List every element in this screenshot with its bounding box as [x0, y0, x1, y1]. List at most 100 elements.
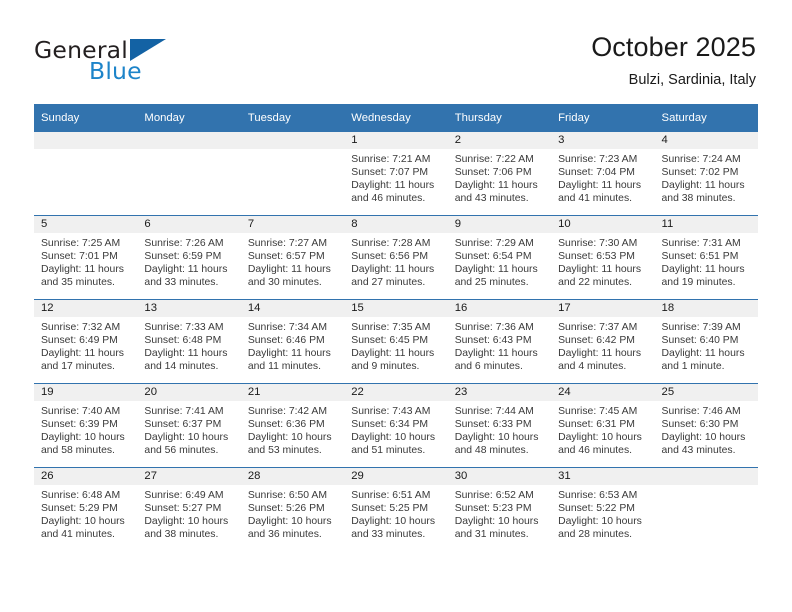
day-details: Sunrise: 7:29 AM Sunset: 6:54 PM Daylight:…: [448, 233, 551, 289]
daylight-text-line1: Daylight: 10 hours: [454, 516, 539, 528]
daylight-text-line1: Daylight: 10 hours: [351, 516, 436, 528]
sunset-text: Sunset: 6:40 PM: [661, 335, 739, 347]
sunrise-text: Sunrise: 7:40 AM: [41, 406, 121, 417]
calendar-day-cell[interactable]: 28 Sunrise: 6:50 AM Sunset: 5:26 PM Dayligh…: [240, 467, 345, 551]
sunset-text: Sunset: 6:33 PM: [454, 419, 532, 431]
sunset-text: Sunset: 7:04 PM: [558, 167, 635, 179]
sunset-text: Sunset: 5:25 PM: [351, 503, 429, 515]
sunset-text: Sunset: 6:59 PM: [144, 251, 222, 263]
calendar-day-cell[interactable]: 9 Sunrise: 7:29 AM Sunset: 6:54 PM Daylight…: [447, 215, 552, 300]
calendar-day-cell-empty: [654, 467, 758, 551]
sunset-text: Sunset: 5:26 PM: [247, 503, 325, 515]
sunset-text: Sunset: 5:23 PM: [454, 503, 532, 515]
calendar-day-cell[interactable]: 24 Sunrise: 7:45 AM Sunset: 6:31 PM Dayligh…: [551, 383, 655, 468]
sunset-text: Sunset: 6:31 PM: [558, 419, 635, 431]
day-number: 19: [34, 384, 138, 401]
calendar-day-cell[interactable]: 20 Sunrise: 7:41 AM Sunset: 6:37 PM Dayligh…: [137, 383, 241, 468]
calendar-week-row: 1 Sunrise: 7:21 AM Sunset: 7:07 PM Daylight…: [34, 131, 758, 216]
calendar-day-cell[interactable]: 27 Sunrise: 6:49 AM Sunset: 5:27 PM Dayligh…: [137, 467, 241, 551]
daylight-text-line1: Daylight: 10 hours: [558, 516, 642, 528]
sunrise-text: Sunrise: 7:39 AM: [661, 322, 741, 333]
daylight-text-line1: Daylight: 10 hours: [144, 432, 229, 444]
calendar-day-cell[interactable]: 25 Sunrise: 7:46 AM Sunset: 6:30 PM Dayligh…: [654, 383, 758, 468]
daylight-text-line1: Daylight: 10 hours: [454, 432, 539, 444]
day-number: [34, 132, 138, 149]
sunrise-text: Sunrise: 7:24 AM: [661, 154, 741, 165]
calendar-day-cell[interactable]: 14 Sunrise: 7:34 AM Sunset: 6:46 PM Dayligh…: [240, 299, 345, 384]
calendar-day-cell[interactable]: 29 Sunrise: 6:51 AM Sunset: 5:25 PM Dayligh…: [344, 467, 448, 551]
sunset-text: Sunset: 7:01 PM: [41, 251, 118, 263]
calendar-day-cell[interactable]: 19 Sunrise: 7:40 AM Sunset: 6:39 PM Dayligh…: [34, 383, 138, 468]
weekday-header-thursday: Thursday: [447, 104, 552, 132]
day-details: Sunrise: 7:28 AM Sunset: 6:56 PM Daylight:…: [344, 233, 447, 289]
sunrise-text: Sunrise: 7:43 AM: [351, 406, 431, 417]
calendar-week-row: 12 Sunrise: 7:32 AM Sunset: 6:49 PM Dayligh…: [34, 299, 758, 384]
calendar-day-cell[interactable]: 4 Sunrise: 7:24 AM Sunset: 7:02 PM Daylight…: [654, 131, 758, 216]
day-number: 31: [551, 468, 655, 485]
generalblue-logo[interactable]: General Blue: [34, 36, 264, 92]
sunset-text: Sunset: 6:42 PM: [558, 335, 635, 347]
day-number: 30: [447, 468, 552, 485]
sunset-text: Sunset: 6:56 PM: [351, 251, 429, 263]
calendar-day-cell[interactable]: 7 Sunrise: 7:27 AM Sunset: 6:57 PM Daylight…: [240, 215, 345, 300]
calendar-day-cell[interactable]: 26 Sunrise: 6:48 AM Sunset: 5:29 PM Dayligh…: [34, 467, 138, 551]
page-header: General Blue October 2025 Bulzi, Sardini…: [0, 0, 792, 96]
daylight-text-line2: and 31 minutes.: [454, 529, 529, 541]
day-number: 5: [34, 216, 138, 233]
calendar-day-cell[interactable]: 22 Sunrise: 7:43 AM Sunset: 6:34 PM Dayligh…: [344, 383, 448, 468]
calendar-day-cell[interactable]: 16 Sunrise: 7:36 AM Sunset: 6:43 PM Dayligh…: [447, 299, 552, 384]
calendar-day-cell[interactable]: 31 Sunrise: 6:53 AM Sunset: 5:22 PM Dayligh…: [551, 467, 655, 551]
day-number: 16: [447, 300, 552, 317]
calendar-day-cell[interactable]: 1 Sunrise: 7:21 AM Sunset: 7:07 PM Daylight…: [344, 131, 448, 216]
calendar-week-row: 26 Sunrise: 6:48 AM Sunset: 5:29 PM Dayligh…: [34, 467, 758, 551]
calendar-day-cell[interactable]: 5 Sunrise: 7:25 AM Sunset: 7:01 PM Daylight…: [34, 215, 138, 300]
calendar-day-cell[interactable]: 11 Sunrise: 7:31 AM Sunset: 6:51 PM Dayligh…: [654, 215, 758, 300]
sunrise-text: Sunrise: 7:42 AM: [247, 406, 327, 417]
day-details: Sunrise: 7:45 AM Sunset: 6:31 PM Daylight:…: [551, 401, 654, 457]
calendar-day-cell-empty: [137, 131, 241, 216]
calendar-day-cell[interactable]: 30 Sunrise: 6:52 AM Sunset: 5:23 PM Dayligh…: [447, 467, 552, 551]
day-number: 4: [654, 132, 758, 149]
calendar-day-cell[interactable]: 10 Sunrise: 7:30 AM Sunset: 6:53 PM Dayligh…: [551, 215, 655, 300]
daylight-text-line1: Daylight: 10 hours: [661, 432, 746, 444]
calendar-day-cell[interactable]: 12 Sunrise: 7:32 AM Sunset: 6:49 PM Dayligh…: [34, 299, 138, 384]
day-details: Sunrise: 6:53 AM Sunset: 5:22 PM Daylight:…: [551, 485, 654, 541]
day-number: 13: [137, 300, 241, 317]
calendar-day-cell[interactable]: 15 Sunrise: 7:35 AM Sunset: 6:45 PM Dayligh…: [344, 299, 448, 384]
sunrise-text: Sunrise: 7:21 AM: [351, 154, 431, 165]
daylight-text-line1: Daylight: 11 hours: [247, 348, 331, 360]
daylight-text-line2: and 11 minutes.: [247, 361, 322, 373]
day-details: Sunrise: 7:36 AM Sunset: 6:43 PM Daylight:…: [448, 317, 551, 373]
weekday-header-friday: Friday: [551, 104, 655, 132]
sunrise-text: Sunrise: 6:48 AM: [41, 490, 121, 501]
calendar-day-cell[interactable]: 2 Sunrise: 7:22 AM Sunset: 7:06 PM Daylight…: [447, 131, 552, 216]
day-number: 11: [654, 216, 758, 233]
daylight-text-line2: and 38 minutes.: [661, 193, 736, 205]
sunset-text: Sunset: 6:39 PM: [41, 419, 118, 431]
calendar-day-cell[interactable]: 13 Sunrise: 7:33 AM Sunset: 6:48 PM Dayligh…: [137, 299, 241, 384]
sunset-text: Sunset: 7:06 PM: [454, 167, 532, 179]
daylight-text-line1: Daylight: 11 hours: [351, 348, 435, 360]
day-details: Sunrise: 6:49 AM Sunset: 5:27 PM Daylight:…: [137, 485, 240, 541]
calendar-day-cell[interactable]: 17 Sunrise: 7:37 AM Sunset: 6:42 PM Dayligh…: [551, 299, 655, 384]
sunrise-text: Sunrise: 7:27 AM: [247, 238, 327, 249]
sunset-text: Sunset: 6:45 PM: [351, 335, 429, 347]
day-number: 26: [34, 468, 138, 485]
calendar-day-cell[interactable]: 18 Sunrise: 7:39 AM Sunset: 6:40 PM Dayligh…: [654, 299, 758, 384]
day-number: [654, 468, 758, 485]
daylight-text-line1: Daylight: 10 hours: [144, 516, 229, 528]
calendar-day-cell[interactable]: 23 Sunrise: 7:44 AM Sunset: 6:33 PM Dayligh…: [447, 383, 552, 468]
daylight-text-line1: Daylight: 11 hours: [41, 348, 124, 360]
sunrise-text: Sunrise: 7:41 AM: [144, 406, 224, 417]
calendar-day-cell[interactable]: 8 Sunrise: 7:28 AM Sunset: 6:56 PM Daylight…: [344, 215, 448, 300]
daylight-text-line2: and 38 minutes.: [144, 529, 219, 541]
calendar-day-cell[interactable]: 6 Sunrise: 7:26 AM Sunset: 6:59 PM Daylight…: [137, 215, 241, 300]
day-details: Sunrise: 7:27 AM Sunset: 6:57 PM Daylight:…: [241, 233, 344, 289]
daylight-text-line2: and 56 minutes.: [144, 445, 219, 457]
calendar-day-cell[interactable]: 3 Sunrise: 7:23 AM Sunset: 7:04 PM Daylight…: [551, 131, 655, 216]
day-number: [240, 132, 345, 149]
day-details: Sunrise: 7:35 AM Sunset: 6:45 PM Daylight:…: [344, 317, 447, 373]
calendar-day-cell[interactable]: 21 Sunrise: 7:42 AM Sunset: 6:36 PM Dayligh…: [240, 383, 345, 468]
day-number: 1: [344, 132, 448, 149]
day-number: 6: [137, 216, 241, 233]
